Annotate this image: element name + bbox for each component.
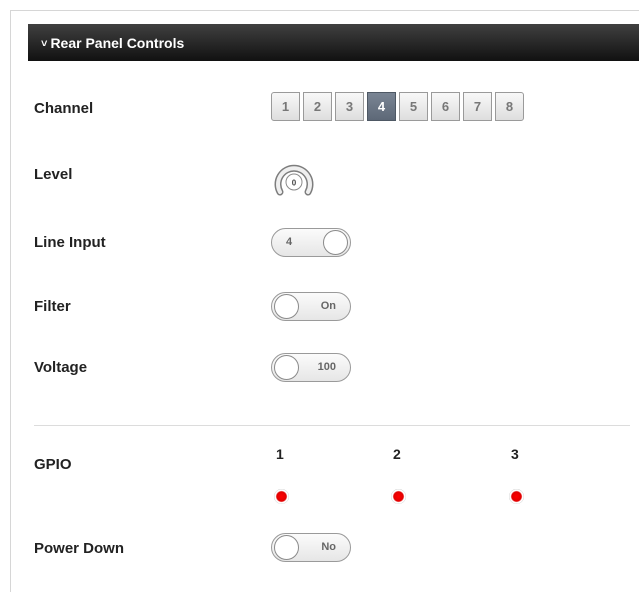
gpio-port-1-led	[274, 489, 289, 504]
line-input-value: 4	[286, 236, 293, 248]
toggle-knob	[274, 535, 299, 560]
level-value: 0	[292, 179, 297, 188]
level-knob[interactable]: 0	[271, 158, 317, 198]
channel-button-3[interactable]: 3	[335, 92, 364, 121]
channel-button-6[interactable]: 6	[431, 92, 460, 121]
filter-toggle[interactable]: On	[271, 292, 351, 321]
channel-button-4[interactable]: 4	[367, 92, 396, 121]
channel-button-1[interactable]: 1	[271, 92, 300, 121]
power-down-value: No	[321, 541, 336, 553]
voltage-label: Voltage	[34, 359, 88, 376]
channel-label: Channel	[34, 100, 94, 117]
gpio-port-1-number: 1	[276, 446, 284, 462]
gpio-port-2-led	[391, 489, 406, 504]
toggle-knob	[274, 294, 299, 319]
line-input-toggle[interactable]: 4	[271, 228, 351, 257]
channel-button-5[interactable]: 5	[399, 92, 428, 121]
channel-selector: 1 2 3 4 5 6 7 8	[271, 92, 524, 123]
power-down-label: Power Down	[34, 540, 125, 557]
channel-button-2[interactable]: 2	[303, 92, 332, 121]
gpio-label: GPIO	[34, 456, 72, 473]
gpio-port-3-led	[509, 489, 524, 504]
gpio-port-2-number: 2	[393, 446, 401, 462]
level-label: Level	[34, 166, 73, 183]
channel-button-8[interactable]: 8	[495, 92, 524, 121]
toggle-knob	[274, 355, 299, 380]
channel-button-7[interactable]: 7	[463, 92, 492, 121]
filter-label: Filter	[34, 298, 71, 315]
toggle-knob	[323, 230, 348, 255]
panel-title: Rear Panel Controls	[50, 35, 185, 51]
section-divider	[34, 425, 630, 426]
filter-value: On	[320, 300, 336, 312]
gpio-port-3-number: 3	[511, 446, 519, 462]
voltage-toggle[interactable]: 100	[271, 353, 351, 382]
voltage-value: 100	[317, 361, 336, 373]
power-down-toggle[interactable]: No	[271, 533, 351, 562]
line-input-label: Line Input	[34, 234, 106, 251]
chevron-down-icon[interactable]: ˅	[41, 25, 47, 64]
panel-header[interactable]: ˅ Rear Panel Controls	[28, 24, 639, 61]
